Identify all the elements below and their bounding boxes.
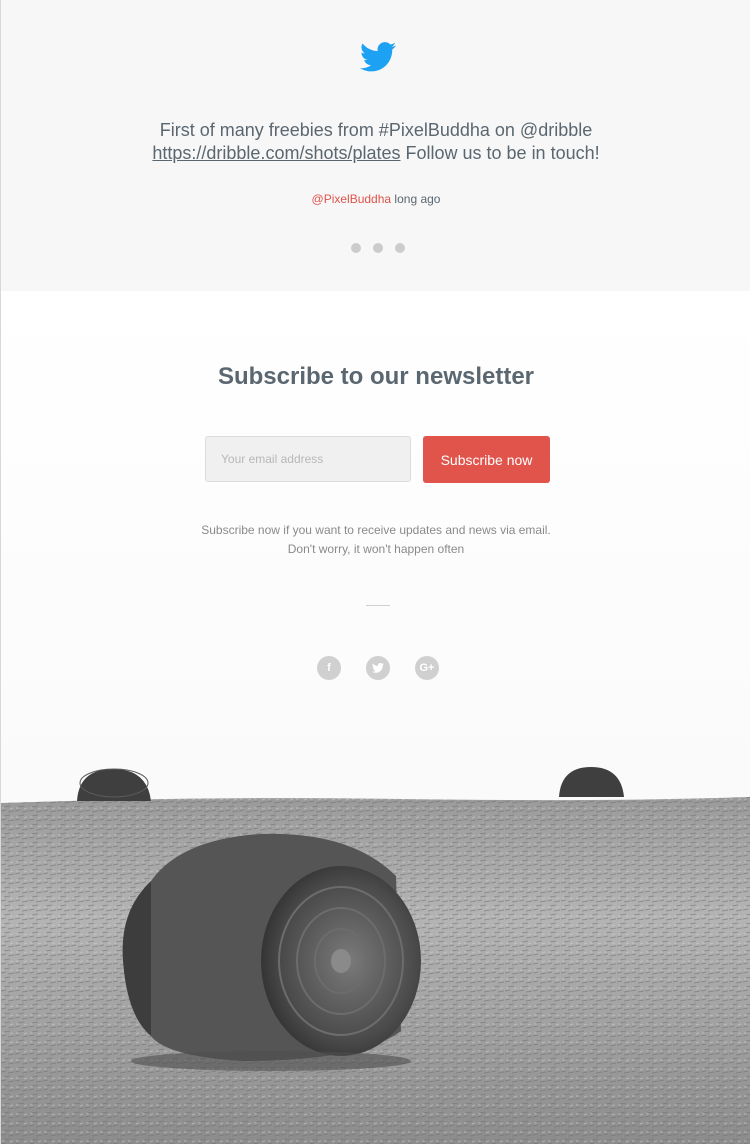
newsletter-note: Subscribe now if you want to receive upd… [1, 521, 750, 559]
carousel-dot-1[interactable] [351, 243, 361, 253]
tweet-link[interactable]: https://dribble.com/shots/plates [152, 143, 400, 163]
tweet-time: long ago [391, 192, 441, 206]
email-field[interactable] [205, 436, 411, 482]
newsletter-title: Subscribe to our newsletter [217, 363, 535, 390]
twitter-glyph-icon [372, 663, 384, 673]
twitter-icon[interactable] [366, 656, 390, 680]
google-plus-glyph: G+ [419, 662, 435, 674]
newsletter-note-line-1: Subscribe now if you want to receive upd… [201, 523, 551, 537]
facebook-glyph: f [327, 662, 331, 674]
tweet-section: First of many freebies from #PixelBuddha… [1, 0, 750, 291]
facebook-icon[interactable]: f [317, 656, 341, 680]
newsletter-note-line-2: Don't worry, it won't happen often [287, 542, 465, 556]
email-page: First of many freebies from #PixelBuddha… [0, 0, 750, 1144]
tweet-line-1: First of many freebies from #PixelBuddha… [159, 120, 593, 140]
tweet-text: First of many freebies from #PixelBuddha… [1, 119, 750, 165]
tweet-meta: @PixelBuddha long ago [1, 192, 750, 206]
divider [366, 605, 390, 606]
twitter-bird-icon [360, 42, 396, 72]
carousel-dot-2[interactable] [373, 243, 383, 253]
tweet-line-2: https://dribble.com/shots/plates Follow … [1, 142, 750, 165]
hay-field-image [1, 767, 750, 1144]
google-plus-icon[interactable]: G+ [415, 656, 439, 680]
carousel-dots [351, 243, 411, 253]
tweet-handle[interactable]: @PixelBuddha [312, 192, 392, 206]
subscribe-button[interactable]: Subscribe now [423, 436, 550, 483]
carousel-dot-3[interactable] [395, 243, 405, 253]
tweet-line-2-rest: Follow us to be in touch! [400, 143, 600, 163]
newsletter-section: Subscribe to our newsletter Subscribe no… [1, 291, 750, 1144]
